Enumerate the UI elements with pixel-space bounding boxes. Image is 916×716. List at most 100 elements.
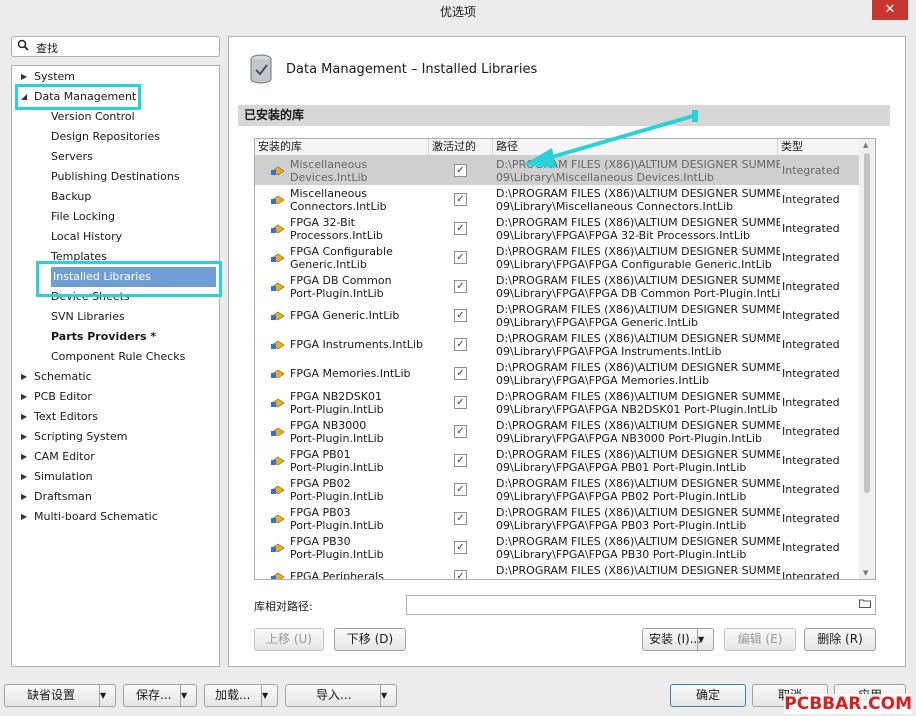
search-input[interactable]: 查找: [11, 36, 220, 57]
import-button[interactable]: 导入... ▼: [285, 684, 397, 707]
move-down-button[interactable]: 下移 (D): [334, 628, 406, 651]
activated-checkbox[interactable]: ✓: [454, 570, 467, 579]
table-row[interactable]: FPGA PB02 Port-Plugin.IntLib ✓ D:\PROGRAM F…: [255, 475, 860, 504]
table-row[interactable]: FPGA PB01 Port-Plugin.IntLib ✓ D:\PROGRAM F…: [255, 446, 860, 475]
install-button[interactable]: 安装 (I)... ▼: [642, 628, 714, 651]
table-row[interactable]: FPGA PB30 Port-Plugin.IntLib ✓ D:\PROGRAM F…: [255, 533, 860, 562]
library-name: FPGA PB01 Port-Plugin.IntLib: [290, 448, 425, 474]
activated-checkbox[interactable]: ✓: [454, 454, 467, 467]
check-icon: ✓: [456, 455, 465, 466]
tree-item[interactable]: ▶ CAM Editor: [21, 447, 95, 467]
activated-checkbox[interactable]: ✓: [454, 280, 467, 293]
chevron-right-icon[interactable]: ▶: [21, 447, 27, 467]
library-icon: [271, 339, 285, 351]
move-up-button[interactable]: 上移 (U): [254, 628, 324, 651]
scroll-up-icon[interactable]: ▲: [863, 141, 868, 149]
table-row[interactable]: FPGA 32-Bit Processors.IntLib ✓ D:\PROGRAM …: [255, 214, 860, 243]
relative-path-field[interactable]: [406, 595, 876, 615]
chevron-right-icon[interactable]: ▶: [21, 467, 27, 487]
chevron-right-icon[interactable]: ▶: [21, 367, 27, 387]
column-path[interactable]: 路径: [493, 139, 778, 156]
library-type: Integrated: [782, 309, 840, 322]
activated-checkbox[interactable]: ✓: [454, 309, 467, 322]
tree-item[interactable]: Component Rule Checks: [51, 347, 185, 367]
relative-path-label: 库相对路径:: [254, 600, 313, 613]
tree-item[interactable]: ▶ Draftsman: [21, 487, 92, 507]
chevron-right-icon[interactable]: ▶: [21, 387, 27, 407]
tree-item-label: File Locking: [51, 210, 115, 223]
tree-item[interactable]: ▶ PCB Editor: [21, 387, 92, 407]
library-path: D:\PROGRAM FILES (X86)\ALTIUM DESIGNER S…: [496, 361, 780, 387]
chevron-right-icon[interactable]: ▶: [21, 427, 27, 447]
library-path-line: D:\PROGRAM FILES (X86)\ALTIUM DESIGNER S…: [496, 390, 780, 403]
tree-item[interactable]: Parts Providers *: [51, 327, 156, 347]
folder-icon[interactable]: [859, 598, 871, 611]
activated-checkbox[interactable]: ✓: [454, 164, 467, 177]
activated-checkbox[interactable]: ✓: [454, 367, 467, 380]
table-row[interactable]: FPGA Peripherals ✓ D:\PROGRAM FILES (X86)\…: [255, 562, 860, 580]
column-type[interactable]: 类型: [778, 139, 860, 156]
activated-checkbox[interactable]: ✓: [454, 541, 467, 554]
table-row[interactable]: Miscellaneous Connectors.IntLib ✓ D:\PROGRA…: [255, 185, 860, 214]
preferences-tree[interactable]: ▶ System ◢ Data Management Version Control De…: [11, 65, 220, 667]
activated-checkbox[interactable]: ✓: [454, 512, 467, 525]
column-installed-library[interactable]: 安装的库: [255, 139, 429, 156]
activated-checkbox[interactable]: ✓: [454, 338, 467, 351]
activated-checkbox[interactable]: ✓: [454, 222, 467, 235]
chevron-down-icon[interactable]: ▼: [261, 685, 277, 706]
tree-item[interactable]: Local History: [51, 227, 122, 247]
scroll-down-icon[interactable]: ▼: [863, 569, 868, 577]
tree-item[interactable]: File Locking: [51, 207, 115, 227]
activated-checkbox[interactable]: ✓: [454, 396, 467, 409]
chevron-right-icon[interactable]: ▶: [21, 487, 27, 507]
library-name-line: Miscellaneous: [290, 187, 368, 200]
chevron-down-icon[interactable]: ▼: [697, 629, 713, 650]
activated-checkbox[interactable]: ✓: [454, 483, 467, 496]
close-button[interactable]: ✕: [872, 0, 908, 20]
chevron-down-icon[interactable]: ▼: [99, 685, 115, 706]
tree-item[interactable]: Design Repositories: [51, 127, 160, 147]
tree-item[interactable]: ▶ Schematic: [21, 367, 92, 387]
chevron-right-icon[interactable]: ▶: [21, 407, 27, 427]
table-row[interactable]: FPGA DB Common Port-Plugin.IntLib ✓ D:\PROG…: [255, 272, 860, 301]
edit-button[interactable]: 编辑 (E): [724, 628, 796, 651]
tree-item[interactable]: ▶ Simulation: [21, 467, 93, 487]
library-type: Integrated: [782, 570, 840, 580]
library-name: FPGA PB30 Port-Plugin.IntLib: [290, 535, 425, 561]
save-button[interactable]: 保存... ▼: [123, 684, 197, 707]
section-header: 已安装的库: [238, 105, 890, 126]
library-name: FPGA 32-Bit Processors.IntLib: [290, 216, 425, 242]
remove-button[interactable]: 删除 (R): [804, 628, 876, 651]
defaults-button[interactable]: 缺省设置 ▼: [4, 684, 116, 707]
column-activated[interactable]: 激活过的: [429, 139, 493, 156]
chevron-down-icon[interactable]: ▼: [380, 685, 396, 706]
table-row[interactable]: FPGA Memories.IntLib ✓ D:\PROGRAM FILES (X…: [255, 359, 860, 388]
tree-item[interactable]: ▶ Multi-board Schematic: [21, 507, 158, 527]
load-button[interactable]: 加载... ▼: [204, 684, 278, 707]
tree-item[interactable]: SVN Libraries: [51, 307, 125, 327]
activated-checkbox[interactable]: ✓: [454, 425, 467, 438]
tree-item[interactable]: Backup: [51, 187, 91, 207]
library-name-line: Port-Plugin.IntLib: [290, 490, 384, 503]
activated-checkbox[interactable]: ✓: [454, 193, 467, 206]
tree-item[interactable]: Publishing Destinations: [51, 167, 180, 187]
table-scrollbar[interactable]: ▲ ▼: [859, 139, 875, 579]
chevron-right-icon[interactable]: ▶: [21, 507, 27, 527]
ok-button[interactable]: 确定: [670, 684, 746, 707]
table-row[interactable]: Miscellaneous Devices.IntLib ✓ D:\PROGRAM F…: [255, 156, 860, 185]
table-row[interactable]: FPGA Generic.IntLib ✓ D:\PROGRAM FILES (X8…: [255, 301, 860, 330]
table-row[interactable]: FPGA Configurable Generic.IntLib ✓ D:\PROGR…: [255, 243, 860, 272]
scrollbar-thumb[interactable]: [864, 153, 870, 493]
tree-item-label: PCB Editor: [34, 390, 92, 403]
tree-item[interactable]: ▶ Text Editors: [21, 407, 98, 427]
table-row[interactable]: FPGA NB2DSK01 Port-Plugin.IntLib ✓ D:\PROGR…: [255, 388, 860, 417]
activated-checkbox[interactable]: ✓: [454, 251, 467, 264]
table-row[interactable]: FPGA Instruments.IntLib ✓ D:\PROGRAM FILES…: [255, 330, 860, 359]
tree-item[interactable]: ▶ Scripting System: [21, 427, 128, 447]
chevron-down-icon[interactable]: ▼: [180, 685, 196, 706]
tree-item-label: Scripting System: [34, 430, 128, 443]
tree-item[interactable]: Version Control: [51, 107, 135, 127]
table-row[interactable]: FPGA NB3000 Port-Plugin.IntLib ✓ D:\PROGRAM…: [255, 417, 860, 446]
table-row[interactable]: FPGA PB03 Port-Plugin.IntLib ✓ D:\PROGRAM F…: [255, 504, 860, 533]
tree-item[interactable]: Servers: [51, 147, 93, 167]
